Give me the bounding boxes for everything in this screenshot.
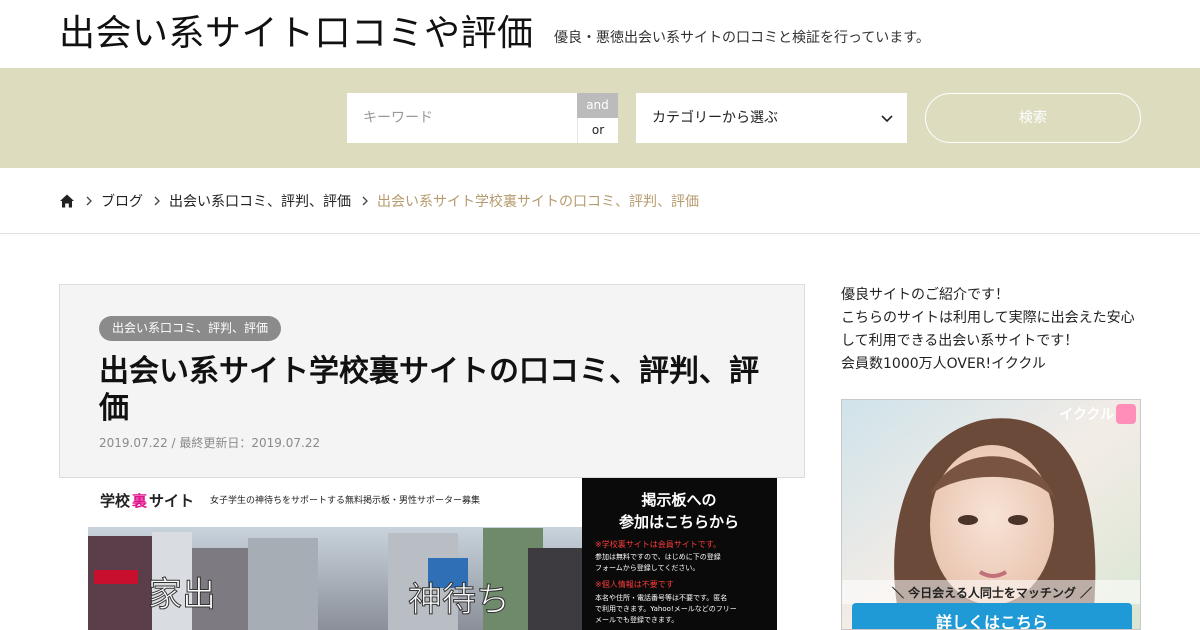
banner-logo-b: 裏 [131,492,148,510]
breadcrumb-current: 出会い系サイト学校裏サイトの口コミ、評判、評価 [377,194,699,210]
site-header: 出会い系サイト口コミや評価 優良・悪徳出会い系サイトの口コミと検証を行っています… [0,0,1200,68]
site-description: 優良・悪徳出会い系サイトの口コミと検証を行っています。 [554,30,930,46]
breadcrumb: ブログ 出会い系口コミ、評判、評価 出会い系サイト学校裏サイトの口コミ、評判、評… [59,190,699,212]
ad-button-label: 詳しくはこちら [936,613,1048,630]
search-bar: and or カテゴリーから選ぶ 検索 [0,68,1200,168]
article-date: 2019.07.22 / 最終更新日：2019.07.22 [99,436,321,450]
search-mode-and-button[interactable]: and [577,93,618,118]
chevron-right-icon [362,196,368,206]
panel-line-2: フォームから登録してください。 [595,563,699,572]
sidebar-intro-line: 優良サイトのご紹介です！ [841,287,1009,303]
sidebar-intro-line: こちらのサイトは利用して実際に出会えた安心 [841,310,1135,326]
category-select-value: カテゴリーから選ぶ [652,110,778,126]
banner-logo-a: 学校 [100,492,131,510]
photo-word-1: 家出 [148,575,216,615]
sidebar-intro-line: して利用できる出会い系サイトです！ [841,333,1079,349]
divider [0,233,1200,234]
ad-catchphrase: ＼ 今日会える人同士をマッチング ／ [892,585,1092,600]
ad-brand: イククル [1059,407,1114,423]
category-badge[interactable]: 出会い系口コミ、評判、評価 [99,316,282,341]
article-header: 出会い系口コミ、評判、評価 出会い系サイト学校裏サイトの口コミ、評判、評価 20… [59,284,805,478]
search-mode-or-button[interactable]: or [577,118,618,143]
article-title: 出会い系サイト学校裏サイトの口コミ、評判、評価 [99,354,759,426]
banner-logo-c: サイト [149,492,194,510]
sidebar-ad-banner[interactable]: イククル ＼ 今日会える人同士をマッチング ／ 詳しくはこちら [841,399,1141,630]
panel-title-2: 参加はこちらから [619,513,739,531]
panel-note-2: ※個人情報は不要です [595,579,674,589]
panel-line-3: 本名や住所・電話番号等は不要です。匿名 [595,593,727,602]
eyecatch-image: 学校 裏 サイト 女子学生の神待ちをサポートする無料掲示板・男性サポーター募集 … [88,478,777,630]
brand-logo-icon [1116,404,1136,424]
site-title[interactable]: 出会い系サイト口コミや評価 [59,10,534,58]
chevron-right-icon [86,196,92,206]
ad-image: イククル ＼ 今日会える人同士をマッチング ／ 詳しくはこちら [842,400,1140,630]
home-icon[interactable] [59,193,75,209]
banner-tagline: 女子学生の神待ちをサポートする無料掲示板・男性サポーター募集 [210,494,480,506]
panel-note-1: ※学校裏サイトは会員サイトです。 [595,539,721,549]
search-button[interactable]: 検索 [925,93,1141,143]
category-select[interactable]: カテゴリーから選ぶ [636,93,907,143]
panel-title-1: 掲示板への [641,491,716,509]
breadcrumb-item-blog[interactable]: ブログ [101,191,143,211]
sidebar-intro-line: 会員数1000万人OVER!イククル [841,356,1046,372]
sidebar-intro: 優良サイトのご紹介です！ こちらのサイトは利用して実際に出会えた安心 して利用で… [841,284,1141,376]
keyword-search-input[interactable] [347,93,577,143]
panel-line-5: メールでも登録できます。 [595,615,678,624]
breadcrumb-item-category[interactable]: 出会い系口コミ、評判、評価 [169,191,351,211]
eyecatch-banner: 学校 裏 サイト 女子学生の神待ちをサポートする無料掲示板・男性サポーター募集 … [88,478,777,630]
chevron-right-icon [154,196,160,206]
photo-word-2: 神待ち [408,580,510,620]
panel-line-1: 参加は無料ですので、はじめに下の登録 [595,552,721,561]
chevron-down-icon [881,115,893,123]
panel-line-4: で利用できます。Yahoo!メールなどのフリー [595,604,737,613]
